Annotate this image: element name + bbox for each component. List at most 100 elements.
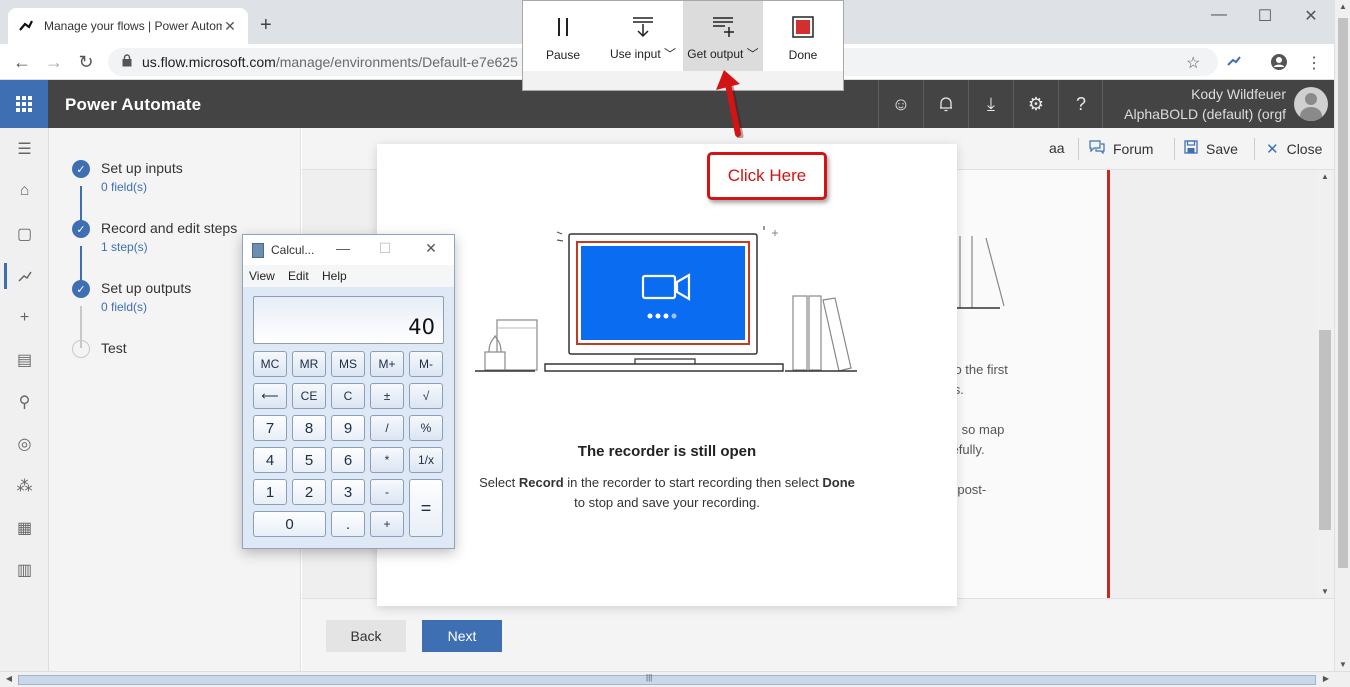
content-scrollbar[interactable]: ▲ ▼ xyxy=(1316,170,1334,598)
key-m-minus[interactable]: M- xyxy=(409,351,443,377)
key-backspace[interactable]: ⟵ xyxy=(253,383,287,409)
calculator-display: 40 xyxy=(253,296,444,344)
close-icon[interactable]: ✕ xyxy=(419,240,443,257)
maximize-icon[interactable]: ☐ xyxy=(373,240,397,257)
key-5[interactable]: 5 xyxy=(292,447,326,473)
key-3[interactable]: 3 xyxy=(331,479,365,505)
scroll-down-arrow-icon[interactable]: ▼ xyxy=(1335,660,1350,669)
books-illustration-icon xyxy=(942,236,1005,309)
minimize-window-icon[interactable]: — xyxy=(1196,6,1242,24)
key-6[interactable]: 6 xyxy=(331,447,365,473)
tab-close-icon[interactable]: ✕ xyxy=(222,18,238,35)
key-c[interactable]: C xyxy=(331,383,365,409)
forum-button[interactable]: Forum xyxy=(1089,140,1153,158)
learn-book-icon[interactable]: ▥ xyxy=(0,557,49,583)
step-subtitle[interactable]: 0 field(s) xyxy=(101,300,147,314)
user-account[interactable]: Kody Wildfeuer AlphaBOLD (default) (orgf xyxy=(1102,80,1334,128)
scroll-thumb[interactable] xyxy=(1319,330,1331,530)
ai-builder-icon[interactable]: ⁂ xyxy=(0,473,49,499)
key-1[interactable]: 1 xyxy=(253,479,287,505)
step-subtitle[interactable]: 1 step(s) xyxy=(101,240,148,254)
key-m-plus[interactable]: M+ xyxy=(370,351,404,377)
key-ce[interactable]: CE xyxy=(292,383,326,409)
key-multiply[interactable]: * xyxy=(370,447,404,473)
save-button[interactable]: Save xyxy=(1184,140,1238,158)
key-7[interactable]: 7 xyxy=(253,415,287,441)
scroll-thumb[interactable] xyxy=(1338,18,1348,568)
key-sqrt[interactable]: √ xyxy=(409,383,443,409)
aa-text-button[interactable]: aa xyxy=(1049,140,1065,156)
done-button[interactable]: Done xyxy=(763,1,843,71)
download-icon[interactable]: ⤓ xyxy=(968,80,1013,128)
templates-icon[interactable]: ▤ xyxy=(0,347,49,373)
action-items-clipboard-icon[interactable]: ▢ xyxy=(0,221,49,247)
avatar[interactable] xyxy=(1294,87,1328,121)
key-minus[interactable]: - xyxy=(370,479,404,505)
browser-tab[interactable]: Manage your flows | Power Autom ✕ xyxy=(8,8,248,44)
forum-chat-icon xyxy=(1089,140,1105,158)
key-reciprocal[interactable]: 1/x xyxy=(409,447,443,473)
back-arrow-icon[interactable]: ← xyxy=(10,52,34,73)
minimize-icon[interactable]: — xyxy=(331,240,355,256)
key-2[interactable]: 2 xyxy=(292,479,326,505)
key-percent[interactable]: % xyxy=(409,415,443,441)
profile-icon[interactable] xyxy=(1270,53,1288,76)
annotation-arrow-icon xyxy=(716,70,744,138)
scroll-up-arrow-icon[interactable]: ▲ xyxy=(1316,172,1334,181)
close-window-icon[interactable]: ✕ xyxy=(1288,6,1334,26)
scroll-up-arrow-icon[interactable]: ▲ xyxy=(1335,2,1350,11)
data-cylinder-icon[interactable]: ◎ xyxy=(0,431,49,457)
notifications-bell-icon[interactable] xyxy=(923,80,968,128)
use-input-button[interactable]: Use input ﹀ xyxy=(603,1,683,71)
bookmark-star-icon[interactable]: ☆ xyxy=(1186,53,1200,73)
create-plus-icon[interactable]: + xyxy=(0,305,49,331)
left-nav-rail: ☰ ⌂ ▢ + ▤ ⚲ ◎ ⁂ ▦ ▥ xyxy=(0,128,49,671)
key-decimal[interactable]: . xyxy=(331,511,365,537)
key-9[interactable]: 9 xyxy=(331,415,365,441)
key-ms[interactable]: MS xyxy=(331,351,365,377)
check-icon: ✓ xyxy=(72,280,90,298)
key-plus-minus[interactable]: ± xyxy=(370,383,404,409)
new-tab-button[interactable]: + xyxy=(260,14,272,37)
key-equals[interactable]: = xyxy=(409,479,443,537)
menu-edit[interactable]: Edit xyxy=(288,269,309,283)
my-flows-icon[interactable] xyxy=(0,263,49,289)
menu-view[interactable]: View xyxy=(249,269,275,283)
maximize-window-icon[interactable]: ☐ xyxy=(1242,6,1288,26)
reload-icon[interactable]: ↻ xyxy=(74,52,98,73)
key-divide[interactable]: / xyxy=(370,415,404,441)
window-vertical-scrollbar[interactable]: ▲ ▼ xyxy=(1334,0,1350,671)
solutions-icon[interactable]: ▦ xyxy=(0,515,49,541)
feedback-smiley-icon[interactable]: ☺ xyxy=(878,80,923,128)
scroll-down-arrow-icon[interactable]: ▼ xyxy=(1316,587,1334,596)
window-horizontal-scrollbar[interactable]: ◀ ||| ▶ xyxy=(0,671,1350,687)
step-subtitle[interactable]: 0 field(s) xyxy=(101,180,147,194)
menu-help[interactable]: Help xyxy=(322,269,347,283)
forward-arrow-icon[interactable]: → xyxy=(42,52,66,73)
key-0[interactable]: 0 xyxy=(253,511,326,537)
app-launcher-waffle-icon[interactable] xyxy=(0,80,48,128)
get-output-button[interactable]: Get output ﹀ xyxy=(683,1,763,71)
scroll-left-arrow-icon[interactable]: ◀ xyxy=(1,674,17,683)
step-title: Set up outputs xyxy=(101,280,192,296)
extension-flow-icon[interactable] xyxy=(1226,53,1242,74)
next-button[interactable]: Next xyxy=(422,620,502,652)
scroll-right-arrow-icon[interactable]: ▶ xyxy=(1318,674,1334,683)
scroll-thumb[interactable] xyxy=(18,675,1316,685)
close-button[interactable]: ✕ Close xyxy=(1266,140,1322,158)
key-4[interactable]: 4 xyxy=(253,447,287,473)
key-mc[interactable]: MC xyxy=(253,351,287,377)
settings-gear-icon[interactable]: ⚙ xyxy=(1013,80,1058,128)
calculator-titlebar[interactable]: Calcul... — ☐ ✕ xyxy=(243,235,454,265)
browser-menu-icon[interactable]: ⋮ xyxy=(1306,53,1322,73)
stop-record-icon xyxy=(792,16,814,38)
back-button[interactable]: Back xyxy=(326,620,406,652)
hamburger-menu-icon[interactable]: ☰ xyxy=(0,136,49,162)
key-mr[interactable]: MR xyxy=(292,351,326,377)
home-icon[interactable]: ⌂ xyxy=(0,178,49,204)
pause-button[interactable]: Pause xyxy=(523,1,603,71)
connectors-icon[interactable]: ⚲ xyxy=(0,389,49,415)
key-8[interactable]: 8 xyxy=(292,415,326,441)
key-plus[interactable]: + xyxy=(370,511,404,537)
help-question-icon[interactable]: ? xyxy=(1058,80,1103,128)
